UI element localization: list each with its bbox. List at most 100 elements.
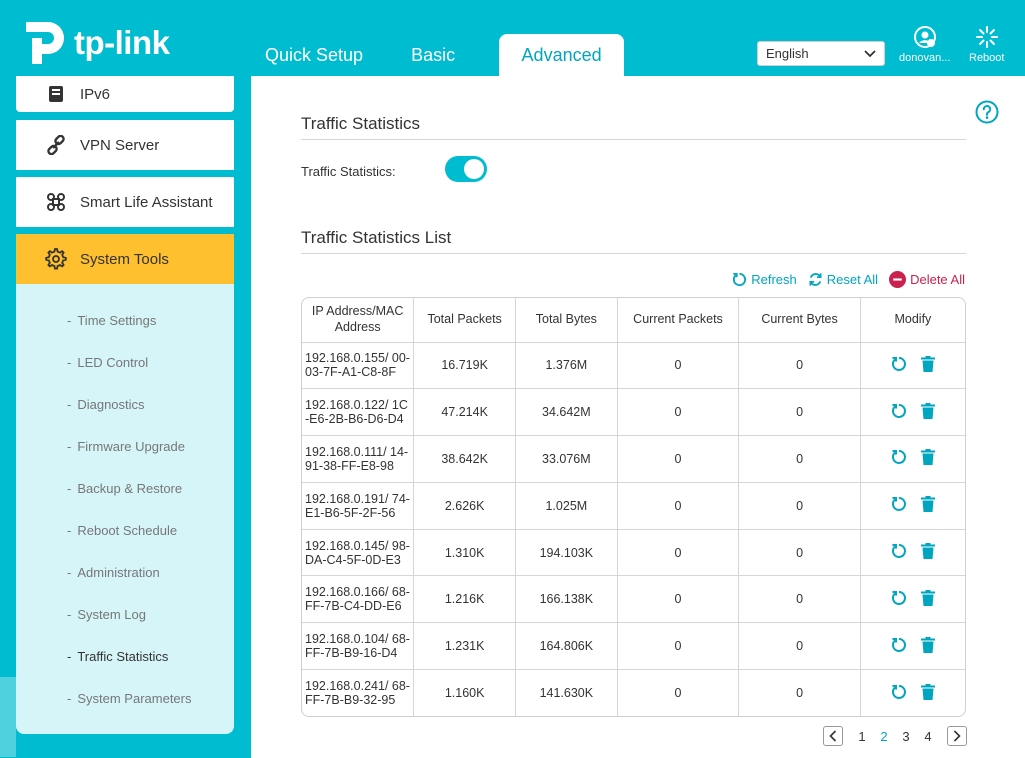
- trash-icon[interactable]: [920, 355, 935, 375]
- cell-total-bytes: 141.630K: [515, 669, 618, 717]
- sidebar-item-ipv6[interactable]: IPv6: [16, 76, 234, 112]
- cell-total-packets: 38.642K: [413, 435, 516, 483]
- trash-icon[interactable]: [920, 402, 935, 422]
- cell-total-bytes: 1.376M: [515, 342, 618, 390]
- cell-total-bytes: 34.642M: [515, 388, 618, 437]
- cell-address: 192.168.0.241/ 68-FF-7B-B9-32-95: [302, 669, 415, 717]
- reset-row-icon[interactable]: [891, 449, 907, 468]
- trash-icon[interactable]: [920, 683, 935, 703]
- reset-row-icon[interactable]: [891, 543, 907, 562]
- submenu-label: Backup & Restore: [77, 480, 183, 496]
- submenu-label: System Log: [77, 606, 146, 622]
- tab-advanced[interactable]: Advanced: [499, 34, 625, 76]
- refresh-icon: [733, 272, 747, 287]
- reboot-button[interactable]: Reboot: [969, 25, 1004, 64]
- cell-current-packets: 0: [617, 622, 740, 671]
- page-2[interactable]: 2: [873, 729, 895, 744]
- system-tools-submenu: - Time Settings - LED Control - Diagnostics…: [16, 284, 234, 734]
- sidebar: IPv6 VPN Server Smart Life Assistant Sys…: [16, 76, 234, 734]
- cell-current-packets: 0: [617, 575, 740, 624]
- cell-current-packets: 0: [617, 529, 740, 577]
- sidebar-item-vpn-server[interactable]: VPN Server: [16, 120, 234, 170]
- submenu-reboot-schedule[interactable]: - Reboot Schedule: [16, 509, 234, 551]
- page-3[interactable]: 3: [895, 729, 917, 744]
- prev-page-button[interactable]: [823, 726, 843, 746]
- tab-basic[interactable]: Basic: [387, 34, 479, 76]
- cell-modify: [860, 482, 965, 530]
- table-row: 192.168.0.241/ 68-FF-7B-B9-32-95 1.160K 14…: [302, 669, 965, 717]
- trash-icon[interactable]: [920, 636, 935, 656]
- cell-current-packets: 0: [617, 482, 740, 530]
- trash-icon[interactable]: [920, 449, 935, 468]
- table-header-row: IP Address/MAC Address Total Packets Tot…: [302, 298, 965, 343]
- traffic-statistics-toggle[interactable]: [445, 156, 487, 182]
- sidebar-item-system-tools[interactable]: System Tools: [16, 234, 234, 284]
- submenu-backup-restore[interactable]: - Backup & Restore: [16, 467, 234, 509]
- reboot-label: Reboot: [969, 52, 1005, 64]
- reset-row-icon[interactable]: [891, 496, 907, 515]
- cell-modify: [860, 529, 965, 577]
- gear-icon: [44, 247, 68, 271]
- reset-row-icon[interactable]: [891, 637, 907, 656]
- cell-address: 192.168.0.111/ 14-91-38-FF-E8-98: [302, 435, 415, 483]
- cell-modify: [860, 435, 965, 483]
- ipv6-icon: [44, 82, 68, 106]
- submenu-system-log[interactable]: - System Log: [16, 593, 234, 635]
- table-row: 192.168.0.155/ 00-03-7F-A1-C8-8F 16.719K 1…: [302, 342, 965, 390]
- submenu-firmware-upgrade[interactable]: - Firmware Upgrade: [16, 425, 234, 467]
- reset-row-icon[interactable]: [891, 590, 907, 609]
- refresh-button[interactable]: Refresh: [732, 272, 797, 287]
- submenu-administration[interactable]: - Administration: [16, 551, 234, 593]
- cell-current-bytes: 0: [738, 669, 861, 717]
- reset-row-icon[interactable]: [891, 356, 907, 375]
- list-actions: Refresh Reset All Delete All: [721, 271, 965, 288]
- sidebar-item-label: IPv6: [80, 85, 111, 103]
- page-1[interactable]: 1: [851, 729, 873, 744]
- cell-current-bytes: 0: [738, 529, 861, 577]
- cell-total-bytes: 194.103K: [515, 529, 618, 577]
- table-row: 192.168.0.122/ 1C-E6-2B-B6-D6-D4 47.214K 3…: [302, 388, 965, 437]
- minus-circle-icon: [889, 271, 907, 288]
- reset-row-icon[interactable]: [891, 684, 907, 703]
- cell-current-bytes: 0: [738, 575, 861, 624]
- submenu-time-settings[interactable]: - Time Settings: [16, 299, 234, 341]
- account-button[interactable]: donovan...: [899, 25, 950, 64]
- trash-icon[interactable]: [920, 589, 935, 609]
- submenu-system-parameters[interactable]: - System Parameters: [16, 677, 234, 719]
- delete-all-button[interactable]: Delete All: [889, 271, 965, 288]
- submenu-label: Time Settings: [77, 312, 157, 328]
- reset-all-button[interactable]: Reset All: [808, 272, 878, 287]
- help-icon[interactable]: [975, 100, 999, 124]
- chevron-down-icon: [864, 49, 876, 57]
- cell-modify: [860, 388, 965, 437]
- submenu-traffic-statistics[interactable]: - Traffic Statistics: [16, 635, 234, 677]
- cell-modify: [860, 670, 965, 717]
- chevron-right-icon: [953, 730, 961, 742]
- cell-total-packets: 1.160K: [413, 669, 516, 717]
- account-label: donovan...: [899, 52, 951, 64]
- sidebar-item-smart-life-assistant[interactable]: Smart Life Assistant: [16, 177, 234, 227]
- tab-quick-setup[interactable]: Quick Setup: [241, 34, 387, 76]
- cell-current-bytes: 0: [738, 622, 861, 671]
- trash-icon[interactable]: [920, 496, 935, 515]
- cell-total-packets: 2.626K: [413, 482, 516, 530]
- section-divider: [301, 253, 966, 254]
- submenu-led-control[interactable]: - LED Control: [16, 341, 234, 383]
- tp-link-logo-icon: [26, 22, 64, 64]
- submenu-diagnostics[interactable]: - Diagnostics: [16, 383, 234, 425]
- pagination: 1 2 3 4: [823, 726, 967, 746]
- cell-current-packets: 0: [617, 388, 740, 437]
- submenu-label: Administration: [77, 564, 160, 580]
- cell-current-packets: 0: [617, 342, 740, 390]
- next-page-button[interactable]: [947, 726, 967, 746]
- cell-modify: [860, 622, 965, 671]
- cell-current-bytes: 0: [738, 388, 861, 437]
- language-select[interactable]: English: [757, 41, 885, 66]
- language-value: English: [766, 46, 809, 61]
- traffic-statistics-table: IP Address/MAC Address Total Packets Tot…: [301, 297, 966, 718]
- page-4[interactable]: 4: [917, 729, 939, 744]
- reset-row-icon[interactable]: [891, 403, 907, 422]
- cell-total-bytes: 1.025M: [515, 482, 618, 530]
- trash-icon[interactable]: [920, 543, 935, 562]
- cell-modify: [860, 342, 965, 390]
